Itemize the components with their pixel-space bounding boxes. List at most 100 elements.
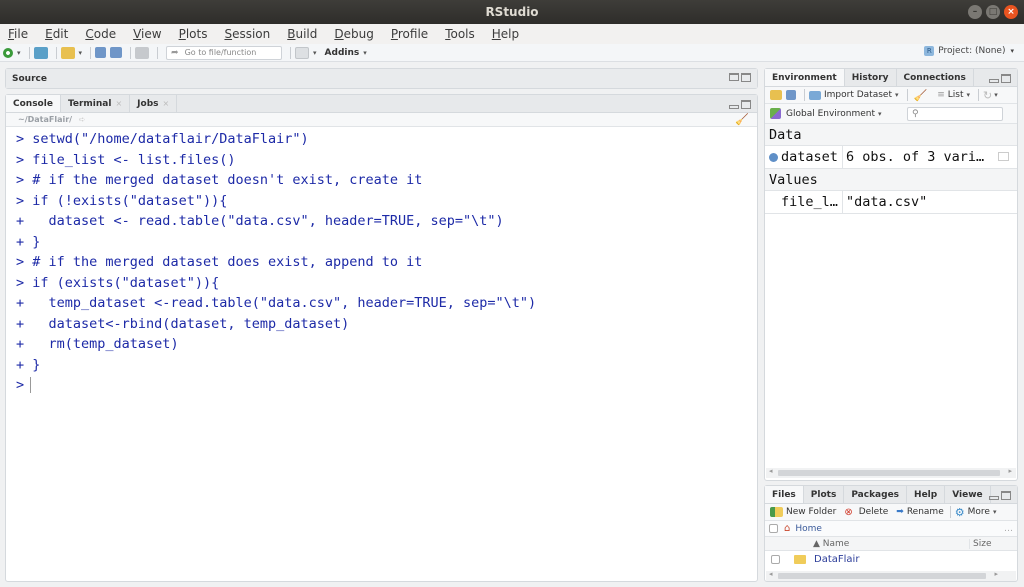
go-to-directory-ellipsis[interactable]: …	[1004, 524, 1013, 534]
open-file-dropdown[interactable]: ▾	[79, 49, 83, 57]
restore-pane-icon[interactable]	[741, 100, 751, 109]
menu-plots[interactable]: Plots	[175, 27, 208, 41]
addins-menu[interactable]: Addins	[325, 48, 360, 58]
view-mode-button[interactable]: List	[948, 90, 964, 100]
scroll-left-arrow[interactable]: ◂	[769, 570, 773, 578]
close-tab-icon[interactable]: ×	[163, 99, 170, 108]
open-file-icon[interactable]	[60, 46, 75, 59]
new-project-icon[interactable]	[33, 46, 48, 59]
maximize-window-button[interactable]: □	[986, 5, 1000, 19]
console-code: setwd("/home/dataflair/DataFlair")	[24, 131, 309, 147]
console-input-line[interactable]: >	[16, 375, 757, 396]
save-icon[interactable]	[95, 47, 107, 58]
tab-packages[interactable]: Packages	[844, 486, 908, 503]
more-button[interactable]: ⚙ More ▾	[955, 506, 1001, 519]
close-window-button[interactable]: ×	[1004, 5, 1018, 19]
minimize-pane-icon[interactable]	[989, 79, 999, 83]
close-tab-icon[interactable]: ×	[115, 99, 122, 108]
select-all-checkbox[interactable]	[769, 524, 778, 533]
tab-history[interactable]: History	[845, 69, 897, 86]
new-file-dropdown[interactable]: ▾	[17, 49, 21, 57]
console-output[interactable]: > setwd("/home/dataflair/DataFlair") > fi…	[6, 127, 757, 396]
files-horizontal-scrollbar[interactable]: ◂ ▸	[766, 570, 1016, 581]
save-workspace-icon[interactable]	[786, 90, 796, 100]
go-to-directory-icon[interactable]: ➪	[79, 115, 86, 124]
menu-file[interactable]: File	[4, 27, 28, 41]
menu-profile[interactable]: Profile	[387, 27, 428, 41]
scope-dropdown-icon[interactable]: ▾	[878, 110, 882, 118]
environment-scope-selector[interactable]: Global Environment	[786, 109, 875, 119]
print-icon[interactable]	[135, 46, 150, 59]
scroll-left-arrow[interactable]: ◂	[769, 467, 773, 475]
env-data-row[interactable]: dataset 6 obs. of 3 vari…	[765, 146, 1017, 169]
tab-environment[interactable]: Environment	[765, 69, 845, 86]
menu-session[interactable]: Session	[220, 27, 270, 41]
tab-jobs[interactable]: Jobs ×	[130, 95, 178, 112]
tab-connections[interactable]: Connections	[897, 69, 974, 86]
rename-button[interactable]: ➡ Rename	[896, 507, 943, 517]
file-row[interactable]: DataFlair	[765, 551, 1017, 567]
import-dataset-dropdown[interactable]: ▾	[895, 91, 899, 99]
menu-tools[interactable]: Tools	[441, 27, 475, 41]
view-data-grid-icon[interactable]	[998, 152, 1009, 161]
file-name-link[interactable]: DataFlair	[814, 554, 859, 565]
console-code: file_list <- list.files()	[24, 151, 236, 168]
load-workspace-icon[interactable]	[770, 90, 782, 100]
save-all-icon[interactable]	[110, 47, 123, 58]
working-directory[interactable]: ~/DataFlair/	[18, 115, 72, 124]
maximize-pane-icon[interactable]	[1001, 491, 1011, 500]
menu-code[interactable]: Code	[81, 27, 116, 41]
name-column-header[interactable]: ▲ Name	[813, 539, 969, 549]
clear-workspace-broom-icon[interactable]: 🧹	[914, 89, 928, 102]
menu-build[interactable]: Build	[283, 27, 317, 41]
folder-icon	[794, 554, 806, 564]
tab-files[interactable]: Files	[765, 486, 804, 503]
console-tabbar: Console Terminal × Jobs ×	[6, 95, 757, 113]
maximize-pane-icon[interactable]	[1001, 74, 1011, 83]
file-checkbox[interactable]	[771, 554, 780, 564]
tab-terminal[interactable]: Terminal ×	[61, 95, 131, 112]
clear-console-icon[interactable]: 🧹	[735, 113, 749, 127]
scroll-right-arrow[interactable]: ▸	[1008, 467, 1012, 475]
restore-pane-icon[interactable]	[729, 73, 739, 81]
import-dataset-button[interactable]: Import Dataset	[824, 90, 892, 100]
expand-object-icon[interactable]	[769, 153, 778, 162]
go-to-file-input[interactable]: ➦ Go to file/function	[166, 45, 283, 60]
refresh-icon[interactable]: ↻	[983, 89, 992, 102]
tab-plots[interactable]: Plots	[804, 486, 845, 503]
scroll-right-arrow[interactable]: ▸	[994, 570, 998, 578]
toolbar-separator	[906, 89, 908, 101]
menu-debug[interactable]: Debug	[330, 27, 373, 41]
minimize-window-button[interactable]: –	[968, 5, 982, 19]
minimize-pane-icon[interactable]	[729, 105, 739, 109]
workspace-panes-icon[interactable]	[295, 46, 310, 59]
menu-help[interactable]: Help	[488, 27, 519, 41]
refresh-dropdown[interactable]: ▾	[994, 91, 998, 99]
tab-help[interactable]: Help	[907, 486, 946, 503]
environment-scope-bar: Global Environment ▾ ⚲	[765, 104, 1017, 124]
maximize-pane-icon[interactable]	[741, 73, 751, 82]
project-label: Project: (None)	[938, 46, 1006, 56]
minimize-pane-icon[interactable]	[989, 496, 999, 500]
tab-viewe[interactable]: Viewe	[945, 486, 991, 503]
home-icon[interactable]: ⌂	[784, 523, 790, 534]
new-folder-button[interactable]: New Folder	[770, 507, 836, 517]
env-value-row[interactable]: file_l… "data.csv"	[765, 191, 1017, 214]
tab-console[interactable]: Console	[6, 95, 61, 112]
scrollbar-thumb[interactable]	[778, 470, 1000, 476]
view-mode-dropdown[interactable]: ▾	[966, 91, 970, 99]
new-file-icon[interactable]	[3, 47, 13, 58]
size-column-header[interactable]: Size	[969, 538, 1017, 549]
workspace-panes-dropdown[interactable]: ▾	[313, 49, 317, 57]
environment-horizontal-scrollbar[interactable]: ◂ ▸	[766, 467, 1016, 478]
project-menu[interactable]: R Project: (None) ▾	[924, 46, 1014, 56]
addins-dropdown[interactable]: ▾	[363, 49, 367, 57]
breadcrumb-home[interactable]: Home	[795, 524, 822, 534]
environment-search-input[interactable]: ⚲	[907, 107, 1003, 121]
menu-view[interactable]: View	[129, 27, 161, 41]
scrollbar-thumb[interactable]	[778, 573, 986, 579]
delete-button[interactable]: ⊗ Delete	[844, 507, 888, 518]
more-dropdown-icon: ▾	[992, 508, 997, 516]
environment-scope-icon	[770, 108, 781, 119]
menu-edit[interactable]: Edit	[41, 27, 68, 41]
